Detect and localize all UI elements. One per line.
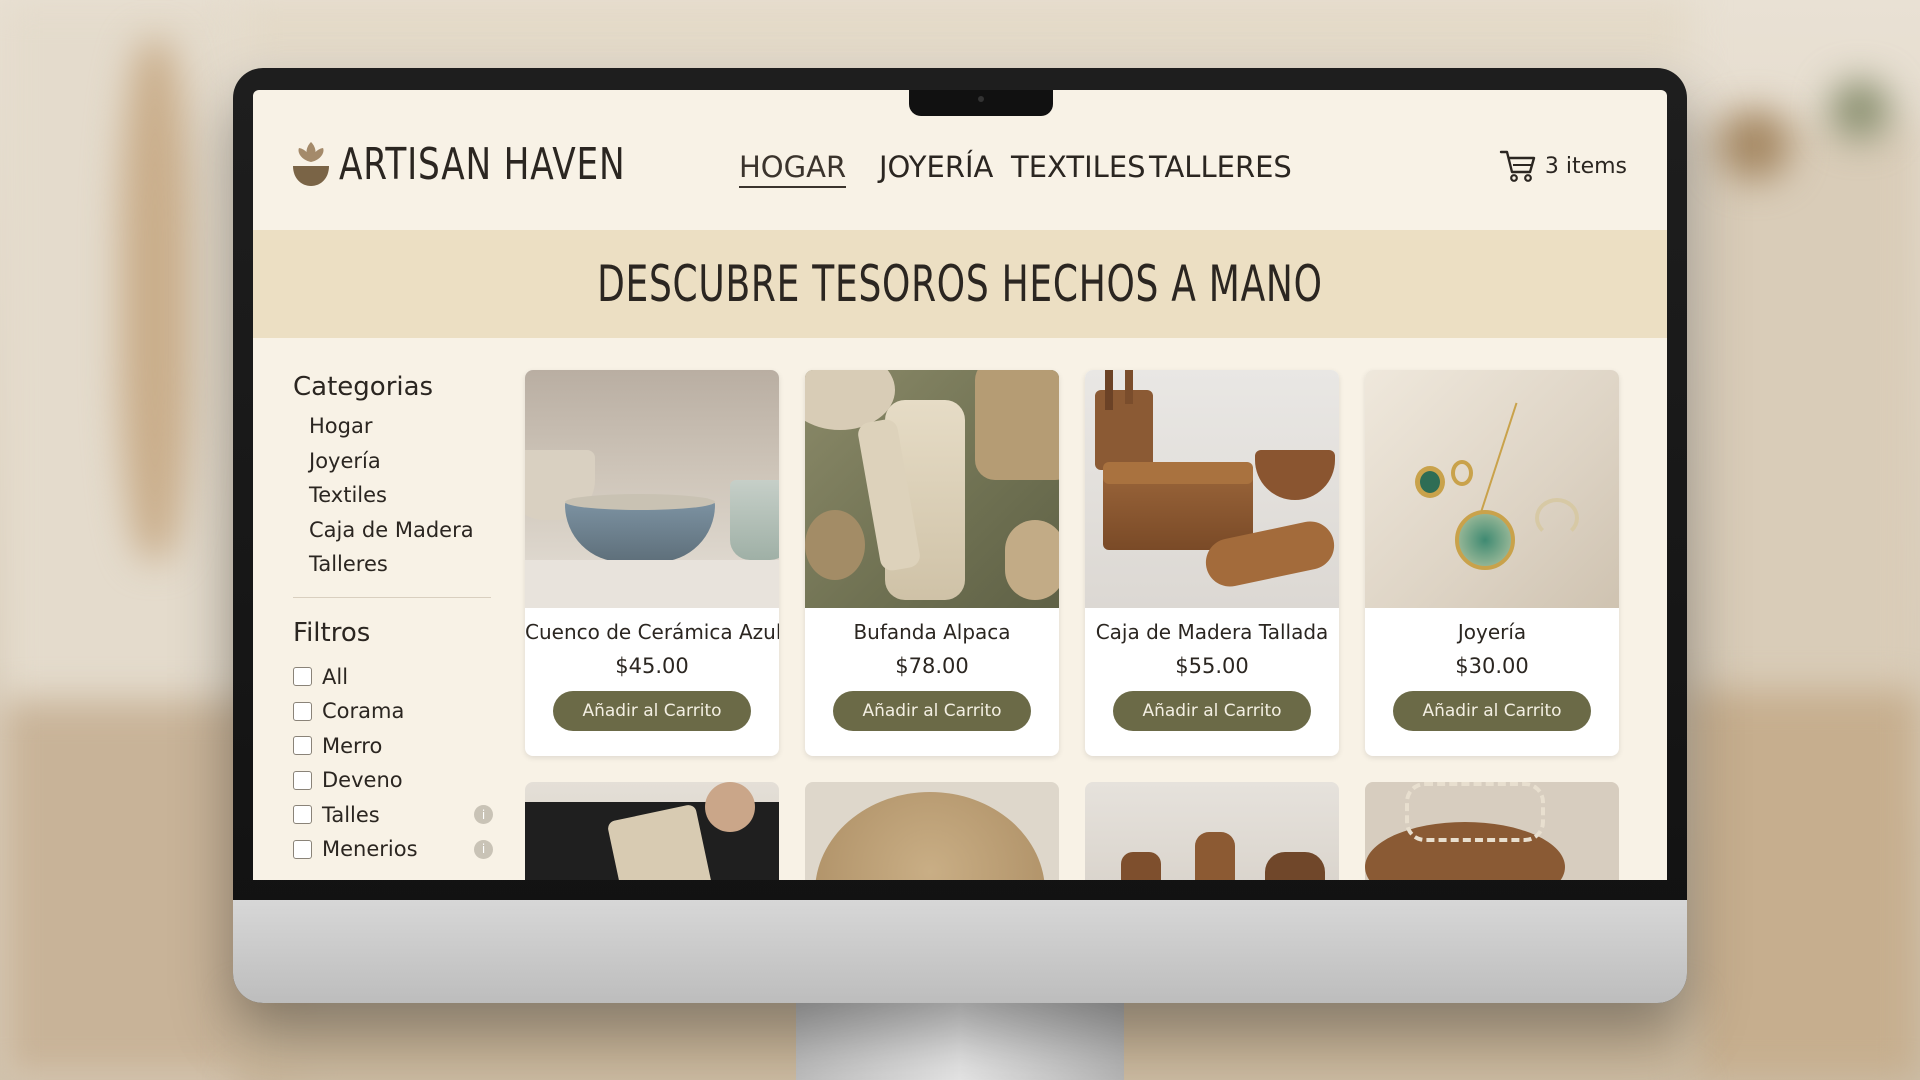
hero-banner: DESCUBRE TESOROS HECHOS A MANO xyxy=(253,230,1667,338)
logo[interactable]: ARTISAN HAVEN xyxy=(291,138,706,190)
product-card: Joyería $30.00 Añadir al Carrito xyxy=(1365,370,1619,756)
filter-label: Talles xyxy=(322,802,380,827)
filter-all: All xyxy=(293,660,493,695)
browser-screen: ARTISAN HAVEN HOGAR JOYERÍA TEXTILES TAL… xyxy=(253,90,1667,880)
product-name: Cuenco de Cerámica Azul xyxy=(525,620,779,644)
monitor: ARTISAN HAVEN HOGAR JOYERÍA TEXTILES TAL… xyxy=(233,68,1687,1003)
filter-talles: Talles i xyxy=(293,798,493,833)
banner-title: DESCUBRE TESOROS HECHOS A MANO xyxy=(597,255,1323,313)
product-price: $55.00 xyxy=(1175,654,1249,678)
filter-checkbox[interactable] xyxy=(293,805,312,825)
product-image[interactable] xyxy=(805,370,1059,608)
camera-icon xyxy=(978,96,984,102)
camera-notch xyxy=(909,90,1053,116)
category-talleres[interactable]: Talleres xyxy=(293,552,493,587)
filter-checkbox[interactable] xyxy=(293,736,312,756)
cart-icon xyxy=(1499,150,1536,182)
background-shelf xyxy=(120,40,190,560)
add-to-cart-button[interactable]: Añadir al Carrito xyxy=(1393,691,1591,731)
filter-checkbox[interactable] xyxy=(293,701,312,721)
filter-label: All xyxy=(322,664,349,689)
product-card[interactable] xyxy=(805,782,1059,880)
category-textiles[interactable]: Textiles xyxy=(293,483,493,518)
sidebar-divider xyxy=(293,596,491,598)
product-name: Bufanda Alpaca xyxy=(853,620,1011,644)
product-image[interactable] xyxy=(1365,370,1619,608)
monitor-chin xyxy=(233,900,1687,1003)
nav-joyeria[interactable]: JOYERÍA xyxy=(879,150,993,184)
cart-button[interactable]: 3 items xyxy=(1499,148,1627,184)
filter-deveno: Deveno xyxy=(293,763,493,798)
filter-label: Merro xyxy=(322,733,383,758)
product-card: Bufanda Alpaca $78.00 Añadir al Carrito xyxy=(805,370,1059,756)
main-nav: HOGAR JOYERÍA TEXTILES TALLERES xyxy=(739,150,1292,188)
product-card[interactable] xyxy=(525,782,779,880)
background-table xyxy=(1690,690,1920,1080)
background-plate xyxy=(1830,80,1890,140)
info-icon[interactable]: i xyxy=(474,839,493,859)
nav-talleres[interactable]: TALLERES xyxy=(1149,150,1292,184)
product-price: $78.00 xyxy=(895,654,969,678)
filters-heading: Filtros xyxy=(293,617,371,648)
sidebar: Categorias Hogar Joyería Textiles Caja d… xyxy=(293,372,493,867)
monitor-stand xyxy=(796,1000,1124,1080)
info-icon[interactable]: i xyxy=(474,805,493,825)
add-to-cart-button[interactable]: Añadir al Carrito xyxy=(553,691,751,731)
background-plate xyxy=(1720,110,1790,180)
filter-corama: Corama xyxy=(293,694,493,729)
product-card: Cuenco de Cerámica Azul $45.00 Añadir al… xyxy=(525,370,779,756)
category-joyeria[interactable]: Joyería xyxy=(293,449,493,484)
categories-heading: Categorias xyxy=(293,372,434,402)
product-price: $45.00 xyxy=(615,654,689,678)
cart-count: 3 items xyxy=(1544,153,1627,179)
product-name: Joyería xyxy=(1457,620,1527,644)
filter-label: Menerios xyxy=(322,837,418,862)
nav-textiles[interactable]: TEXTILES xyxy=(1011,150,1146,184)
filter-checkbox[interactable] xyxy=(293,770,312,790)
filter-label: Corama xyxy=(322,699,405,724)
product-card[interactable] xyxy=(1365,782,1619,880)
add-to-cart-button[interactable]: Añadir al Carrito xyxy=(1113,691,1311,731)
filter-checkbox[interactable] xyxy=(293,667,312,687)
brand-name: ARTISAN HAVEN xyxy=(339,138,626,190)
product-card: Caja de Madera Tallada $55.00 Añadir al … xyxy=(1085,370,1339,756)
add-to-cart-button[interactable]: Añadir al Carrito xyxy=(833,691,1031,731)
bowl-sprout-icon xyxy=(293,142,329,186)
filter-menerios: Menerios i xyxy=(293,832,493,867)
product-image[interactable] xyxy=(525,370,779,608)
nav-hogar[interactable]: HOGAR xyxy=(739,150,847,188)
category-hogar[interactable]: Hogar xyxy=(293,414,493,449)
product-image[interactable] xyxy=(1085,370,1339,608)
filter-checkbox[interactable] xyxy=(293,839,312,859)
background-ceiling xyxy=(240,0,1690,60)
category-caja-de-madera[interactable]: Caja de Madera xyxy=(293,518,493,553)
product-card[interactable] xyxy=(1085,782,1339,880)
product-price: $30.00 xyxy=(1455,654,1529,678)
filter-label: Deveno xyxy=(322,768,403,793)
product-name: Caja de Madera Tallada xyxy=(1095,620,1329,644)
filter-merro: Merro xyxy=(293,729,493,764)
